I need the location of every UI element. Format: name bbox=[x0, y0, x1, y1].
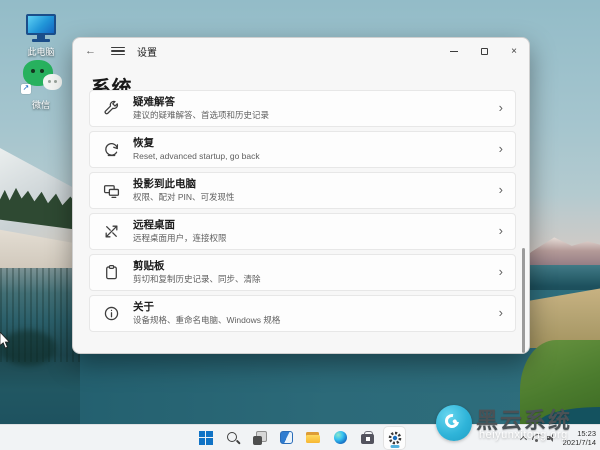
settings-item-projecting[interactable]: 投影到此电脑 权限、配对 PIN、可发现性 › bbox=[89, 172, 516, 209]
settings-item-subtitle: 设备规格、重命名电脑、Windows 规格 bbox=[133, 315, 280, 326]
mouse-cursor bbox=[0, 332, 10, 354]
start-button[interactable] bbox=[195, 427, 216, 449]
maximize-icon bbox=[481, 48, 488, 55]
microsoft-store-button[interactable] bbox=[357, 427, 378, 449]
settings-item-title: 疑难解答 bbox=[133, 96, 269, 109]
settings-item-recovery[interactable]: 恢复 Reset, advanced startup, go back › bbox=[89, 131, 516, 168]
file-explorer-button[interactable] bbox=[303, 427, 324, 449]
hamburger-icon[interactable] bbox=[111, 47, 125, 56]
taskbar-search-button[interactable] bbox=[222, 427, 243, 449]
settings-item-clipboard[interactable]: 剪贴板 剪切和复制历史记录、同步、清除 › bbox=[89, 254, 516, 291]
chevron-right-icon: › bbox=[499, 183, 503, 198]
window-controls: × bbox=[439, 38, 529, 64]
settings-taskbar-button[interactable] bbox=[384, 427, 405, 449]
widgets-button[interactable] bbox=[276, 427, 297, 449]
wrench-icon bbox=[103, 100, 120, 117]
settings-window: ← 设置 × 系统 疑难解答 建议的疑难解答、首选项和历史记录 › bbox=[72, 37, 530, 354]
info-icon bbox=[103, 305, 120, 322]
settings-item-title: 剪贴板 bbox=[133, 260, 261, 273]
gear-icon bbox=[387, 430, 403, 446]
chevron-right-icon: › bbox=[499, 142, 503, 157]
cloud-logo-icon bbox=[436, 405, 472, 441]
window-title: 设置 bbox=[137, 44, 157, 59]
wechat-icon bbox=[19, 60, 63, 96]
remote-desktop-icon bbox=[103, 223, 120, 240]
settings-item-about[interactable]: 关于 设备规格、重命名电脑、Windows 规格 › bbox=[89, 295, 516, 332]
edge-icon bbox=[334, 431, 347, 444]
maximize-button[interactable] bbox=[469, 38, 499, 64]
back-button[interactable]: ← bbox=[85, 45, 103, 57]
windows-logo-icon bbox=[199, 431, 213, 445]
projection-icon bbox=[103, 182, 120, 199]
computer-icon bbox=[24, 13, 58, 43]
chevron-right-icon: › bbox=[499, 306, 503, 321]
search-icon bbox=[226, 431, 239, 444]
watermark: 黑云系统 heiyunxitong.org bbox=[436, 402, 600, 448]
edge-button[interactable] bbox=[330, 427, 351, 449]
settings-item-title: 关于 bbox=[133, 301, 280, 314]
recovery-icon bbox=[103, 141, 120, 158]
settings-item-troubleshoot[interactable]: 疑难解答 建议的疑难解答、首选项和历史记录 › bbox=[89, 90, 516, 127]
chevron-right-icon: › bbox=[499, 224, 503, 239]
clipboard-icon bbox=[103, 264, 120, 281]
close-button[interactable]: × bbox=[499, 38, 529, 64]
scrollbar-thumb[interactable] bbox=[522, 248, 525, 353]
settings-item-title: 投影到此电脑 bbox=[133, 178, 235, 191]
watermark-url: heiyunxitong.org bbox=[479, 429, 568, 441]
desktop-icon-label: 微信 bbox=[32, 98, 50, 111]
task-view-button[interactable] bbox=[249, 427, 270, 449]
settings-item-title: 恢复 bbox=[133, 137, 260, 150]
task-view-icon bbox=[253, 431, 267, 445]
desktop-icon-wechat[interactable]: 微信 bbox=[12, 60, 70, 111]
chevron-right-icon: › bbox=[499, 101, 503, 116]
settings-list: 疑难解答 建议的疑难解答、首选项和历史记录 › 恢复 Reset, advanc… bbox=[89, 90, 516, 336]
taskbar-center-icons bbox=[195, 427, 405, 449]
widgets-icon bbox=[280, 431, 293, 444]
minimize-icon bbox=[450, 51, 458, 52]
window-titlebar: ← 设置 × bbox=[73, 38, 529, 64]
settings-item-subtitle: Reset, advanced startup, go back bbox=[133, 151, 260, 162]
settings-item-subtitle: 远程桌面用户，连接权限 bbox=[133, 233, 227, 244]
settings-item-title: 远程桌面 bbox=[133, 219, 227, 232]
folder-icon bbox=[306, 431, 321, 444]
settings-item-subtitle: 剪切和复制历史记录、同步、清除 bbox=[133, 274, 261, 285]
minimize-button[interactable] bbox=[439, 38, 469, 64]
chevron-right-icon: › bbox=[499, 265, 503, 280]
shortcut-arrow-icon bbox=[21, 84, 31, 94]
settings-item-subtitle: 建议的疑难解答、首选项和历史记录 bbox=[133, 110, 269, 121]
desktop-icon-label: 此电脑 bbox=[27, 45, 54, 58]
desktop-icon-this-pc[interactable]: 此电脑 bbox=[12, 13, 70, 58]
desktop[interactable]: 此电脑 微信 ← 设置 × 系统 bbox=[0, 0, 600, 450]
store-icon bbox=[361, 431, 374, 444]
settings-item-remote-desktop[interactable]: 远程桌面 远程桌面用户，连接权限 › bbox=[89, 213, 516, 250]
settings-item-subtitle: 权限、配对 PIN、可发现性 bbox=[133, 192, 235, 203]
